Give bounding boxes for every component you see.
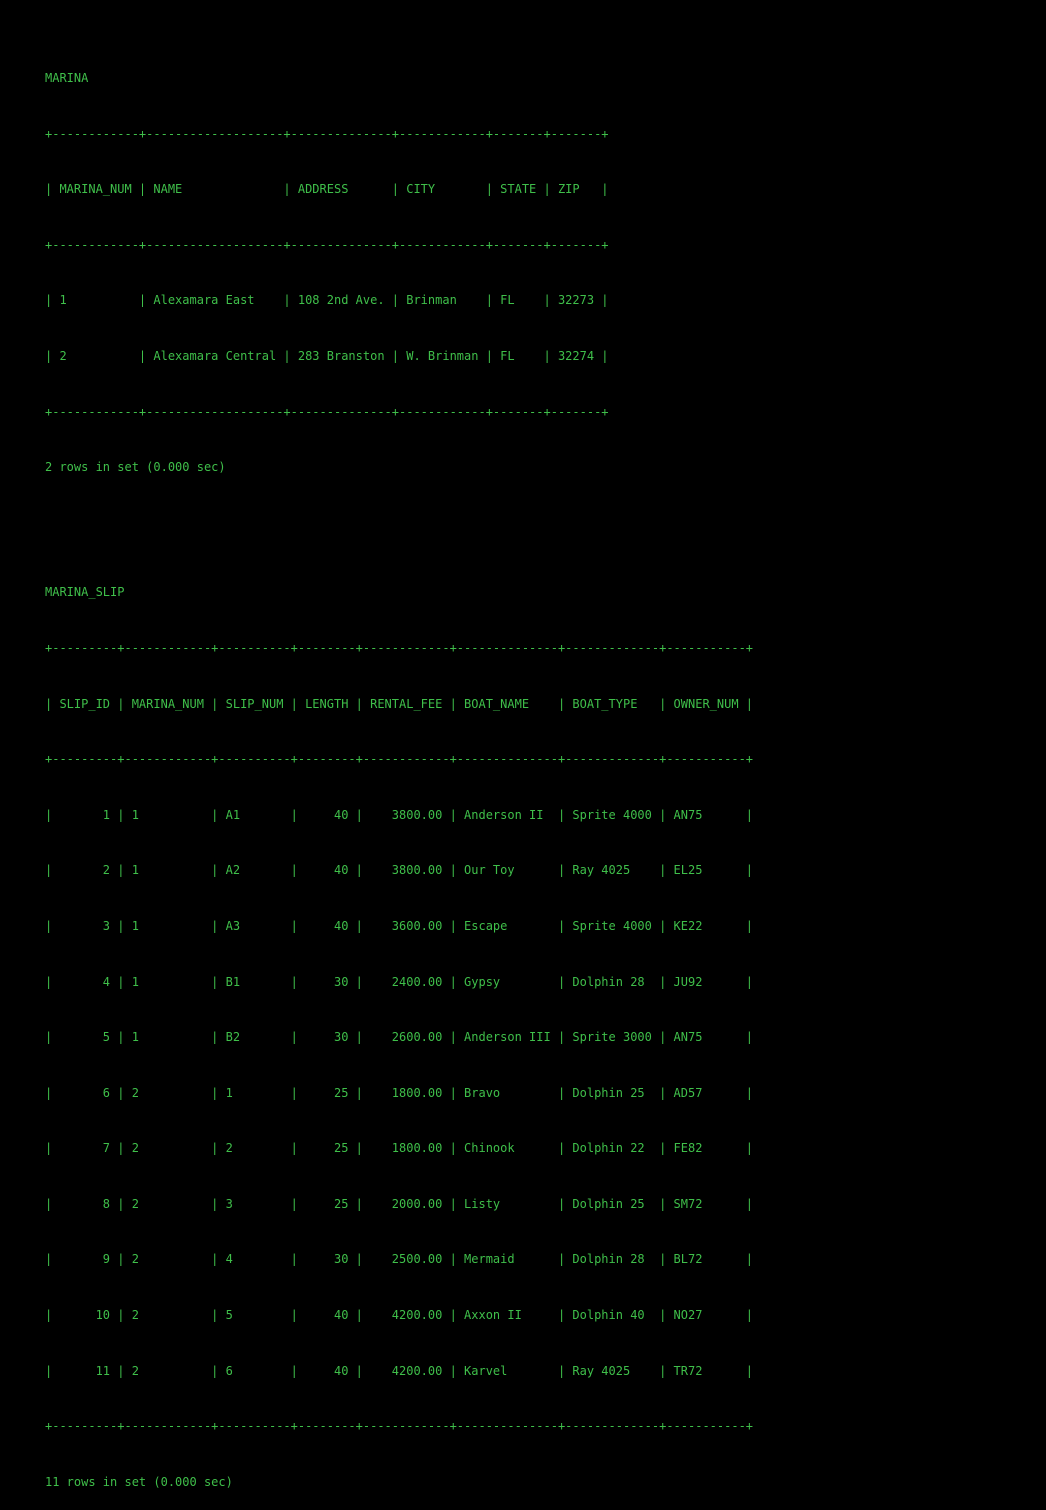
- marina-slip-table-row: | 2 | 1 | A2 | 40 | 3800.00 | Our Toy | …: [45, 863, 754, 878]
- marina-table-border-top: +------------+-------------------+------…: [45, 126, 609, 141]
- marina-slip-table-title: MARINA_SLIP: [45, 585, 125, 600]
- marina-slip-table-row: | 5 | 1 | B2 | 30 | 2600.00 | Anderson I…: [45, 1030, 754, 1045]
- marina-slip-table-row: | 4 | 1 | B1 | 30 | 2400.00 | Gypsy | Do…: [45, 974, 754, 989]
- marina-table-row: | 2 | Alexamara Central | 283 Branston |…: [45, 348, 609, 363]
- marina-row-count: 2 rows in set (0.000 sec): [45, 460, 226, 475]
- marina-slip-table-row: | 10 | 2 | 5 | 40 | 4200.00 | Axxon II |…: [45, 1308, 754, 1323]
- marina-slip-table-border-mid: +---------+------------+----------+-----…: [45, 752, 754, 767]
- marina-slip-table-border-bottom: +---------+------------+----------+-----…: [45, 1419, 754, 1434]
- marina-slip-table-row: | 8 | 2 | 3 | 25 | 2000.00 | Listy | Dol…: [45, 1196, 754, 1211]
- marina-table-title: MARINA: [45, 71, 89, 85]
- marina-slip-table-row: | 3 | 1 | A3 | 40 | 3600.00 | Escape | S…: [45, 918, 754, 933]
- marina-table-border-mid: +------------+-------------------+------…: [45, 237, 609, 252]
- terminal-output: MARINA +------------+-------------------…: [45, 0, 753, 1510]
- marina-slip-table-header: | SLIP_ID | MARINA_NUM | SLIP_NUM | LENG…: [45, 696, 754, 711]
- marina-slip-table-row: | 6 | 2 | 1 | 25 | 1800.00 | Bravo | Dol…: [45, 1085, 754, 1100]
- marina-slip-table-row: | 11 | 2 | 6 | 40 | 4200.00 | Karvel | R…: [45, 1363, 754, 1378]
- marina-slip-row-count: 11 rows in set (0.000 sec): [45, 1474, 233, 1489]
- marina-slip-table-row: | 1 | 1 | A1 | 40 | 3800.00 | Anderson I…: [45, 807, 754, 822]
- marina-table-row: | 1 | Alexamara East | 108 2nd Ave. | Br…: [45, 293, 609, 308]
- marina-slip-table-border-top: +---------+------------+----------+-----…: [45, 640, 754, 655]
- marina-table-border-bottom: +------------+-------------------+------…: [45, 404, 609, 419]
- marina-slip-table-row: | 7 | 2 | 2 | 25 | 1800.00 | Chinook | D…: [45, 1141, 754, 1156]
- marina-table-header: | MARINA_NUM | NAME | ADDRESS | CITY | S…: [45, 182, 609, 197]
- marina-slip-table-row: | 9 | 2 | 4 | 30 | 2500.00 | Mermaid | D…: [45, 1252, 754, 1267]
